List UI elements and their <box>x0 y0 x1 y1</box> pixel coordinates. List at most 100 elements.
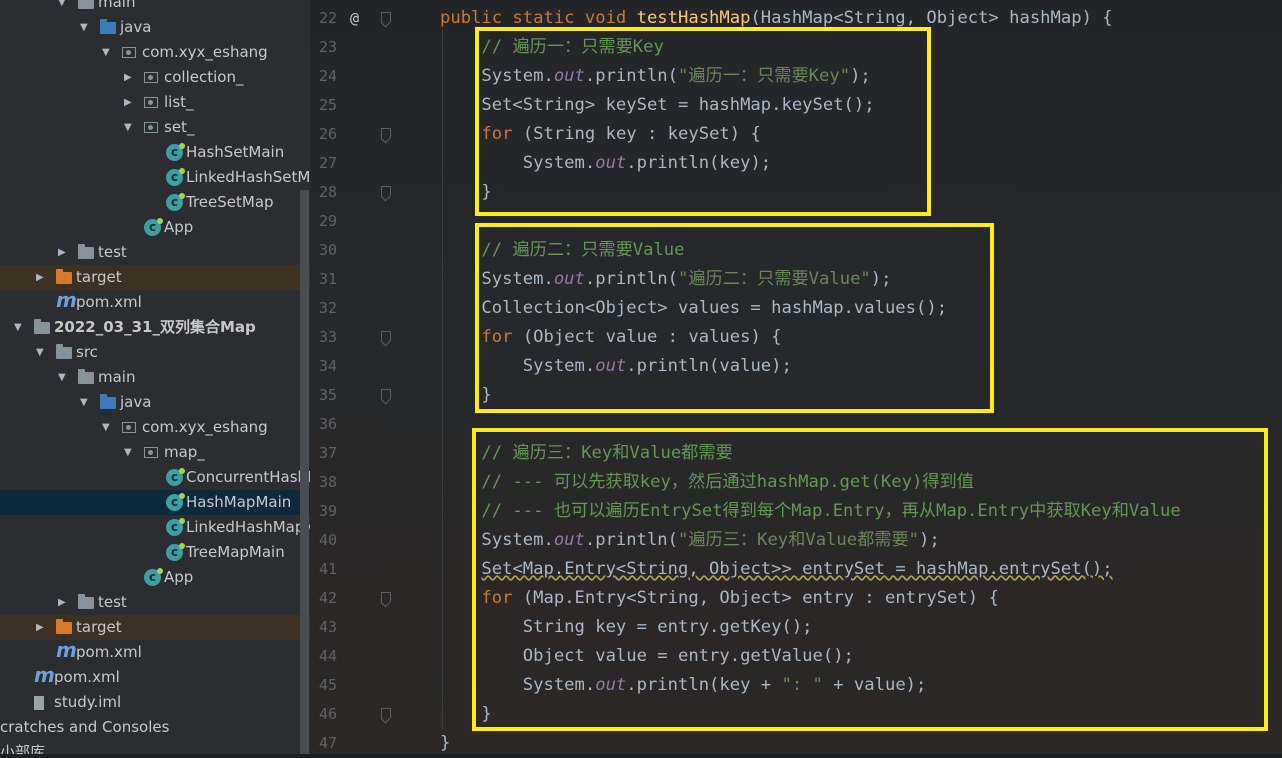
line-number: 31 <box>318 270 337 288</box>
tree-item[interactable]: c App <box>0 215 310 240</box>
project-tree-scrollbar[interactable] <box>300 190 309 754</box>
tree-item-label: cratches and Consoles <box>0 718 170 736</box>
fold-icon[interactable] <box>380 331 391 345</box>
tree-item-label: main <box>98 368 136 386</box>
source-folder-icon <box>100 394 116 409</box>
tree-item[interactable]: study.iml <box>0 690 310 715</box>
tree-item[interactable]: cLinkedHashSetMain <box>0 165 310 190</box>
line-number: 23 <box>318 38 337 56</box>
fold-icon[interactable] <box>380 186 391 200</box>
tree-item-label: App <box>164 218 194 236</box>
expand-arrow-icon[interactable]: ▼ <box>36 340 44 365</box>
tree-item[interactable]: ▼ com.xyx_eshang <box>0 40 310 65</box>
line-number: 25 <box>318 96 337 114</box>
line-number: 27 <box>318 154 337 172</box>
line-number: 24 <box>318 67 337 85</box>
tree-item[interactable]: ▶ list_ <box>0 90 310 115</box>
expand-arrow-icon[interactable]: ▼ <box>124 440 132 465</box>
line-number: 33 <box>318 328 337 346</box>
tree-item[interactable]: ▼ map_ <box>0 440 310 465</box>
tree-item[interactable]: cratches and Consoles <box>0 715 310 740</box>
fold-icon[interactable] <box>380 389 391 403</box>
line-gutter: @ 22 23 24 25 26 27 28 29 30 31 32 33 34 35 36 37 38 39 40… <box>310 0 391 754</box>
tree-item[interactable]: ▼ java <box>0 390 310 415</box>
fold-icon[interactable] <box>380 12 391 26</box>
collapse-arrow-icon[interactable]: ▶ <box>58 240 66 265</box>
java-class-icon: c <box>166 518 185 536</box>
collapse-arrow-icon[interactable]: ▶ <box>36 265 44 290</box>
fold-icon[interactable] <box>380 708 391 722</box>
tree-item-label: target <box>76 268 122 286</box>
tree-item[interactable]: m pom.xml <box>0 665 310 690</box>
line-number: 28 <box>318 183 337 201</box>
expand-arrow-icon[interactable]: ▼ <box>102 415 110 440</box>
tree-item[interactable]: ▼ com.xyx_eshang <box>0 415 310 440</box>
tree-item[interactable]: cConcurrentHashMapM <box>0 465 310 490</box>
java-class-icon: c <box>166 493 185 511</box>
package-icon <box>144 122 158 133</box>
tree-item[interactable]: ▼ 2022_03_31_双列集合Map <box>0 315 310 340</box>
tree-item-label: pom.xml <box>76 643 142 661</box>
tree-item[interactable]: ▶ test <box>0 590 310 615</box>
expand-arrow-icon[interactable]: ▼ <box>80 15 88 40</box>
tree-item[interactable]: ▼ src <box>0 340 310 365</box>
fold-icon[interactable] <box>380 128 391 142</box>
line-number: 29 <box>318 212 337 230</box>
module-file-icon <box>34 696 44 710</box>
collapse-arrow-icon[interactable]: ▶ <box>58 590 66 615</box>
code-editor[interactable]: @ 22 23 24 25 26 27 28 29 30 31 32 33 34 35 36 37 38 39 40… <box>310 0 1282 754</box>
tree-item[interactable]: c HashSetMain <box>0 140 310 165</box>
tree-item[interactable]: ▼ main <box>0 0 310 15</box>
package-icon <box>144 72 158 83</box>
fold-icon[interactable] <box>380 592 391 606</box>
tree-item-label: com.xyx_eshang <box>142 43 268 61</box>
override-icon[interactable]: @ <box>350 4 359 33</box>
line-number: 30 <box>318 241 337 259</box>
tree-item[interactable]: c TreeMapMain <box>0 540 310 565</box>
tree-item[interactable]: ▶ test <box>0 240 310 265</box>
source-folder-icon <box>100 19 116 34</box>
collapse-arrow-icon[interactable]: ▶ <box>124 65 132 90</box>
tree-item[interactable]: 小部库 <box>0 740 310 754</box>
tree-item-label: 小部库 <box>0 743 46 754</box>
tree-item[interactable]: ▶ collection_ <box>0 65 310 90</box>
tree-item-label: java <box>120 18 152 36</box>
package-icon <box>144 97 158 108</box>
tree-item[interactable]: m pom.xml <box>0 640 310 665</box>
folder-icon <box>78 0 94 9</box>
tree-item[interactable]: cLinkedHashMapMain <box>0 515 310 540</box>
expand-arrow-icon[interactable]: ▼ <box>124 115 132 140</box>
line-number: 26 <box>318 125 337 143</box>
expand-arrow-icon[interactable]: ▼ <box>58 0 66 15</box>
tree-item-label: target <box>76 618 122 636</box>
collapse-arrow-icon[interactable]: ▶ <box>124 90 132 115</box>
tree-item[interactable]: ▼ java <box>0 15 310 40</box>
tree-item-label: map_ <box>164 443 205 461</box>
line-number: 35 <box>318 386 337 404</box>
tree-item-label: pom.xml <box>76 293 142 311</box>
tree-item[interactable]: c App <box>0 565 310 590</box>
tree-item[interactable]: ▶ target <box>0 265 310 290</box>
java-class-icon: c <box>166 468 185 486</box>
line-number: 37 <box>318 444 337 462</box>
tree-item-label: java <box>120 393 152 411</box>
line-number: 45 <box>318 676 337 694</box>
tree-item[interactable]: m pom.xml <box>0 290 310 315</box>
expand-arrow-icon[interactable]: ▼ <box>80 390 88 415</box>
tree-item[interactable]: ▼ main <box>0 365 310 390</box>
expand-arrow-icon[interactable]: ▼ <box>14 315 22 340</box>
collapse-arrow-icon[interactable]: ▶ <box>36 615 44 640</box>
expand-arrow-icon[interactable]: ▼ <box>58 365 66 390</box>
tree-item[interactable]: ▶ target <box>0 615 310 640</box>
project-tree[interactable]: ▼ main ▼ java ▼ com.xyx_eshang ▶ collection_ ▶ li… <box>0 0 310 754</box>
excluded-folder-icon <box>56 269 72 284</box>
highlight-box-keys <box>475 27 931 216</box>
java-class-icon: c <box>144 568 163 586</box>
expand-arrow-icon[interactable]: ▼ <box>102 40 110 65</box>
folder-icon <box>34 319 50 334</box>
tree-item[interactable]: c TreeSetMap <box>0 190 310 215</box>
tree-item[interactable]: c HashMapMain <box>0 490 310 515</box>
line-number: 42 <box>318 589 337 607</box>
tree-item[interactable]: ▼ set_ <box>0 115 310 140</box>
tree-item-label: src <box>76 343 98 361</box>
